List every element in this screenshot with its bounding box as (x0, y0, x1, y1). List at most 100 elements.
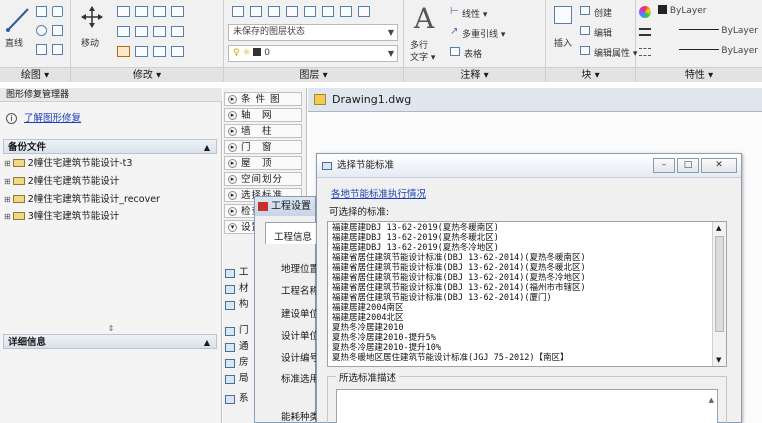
linetype-icon[interactable] (639, 28, 651, 36)
collapse-icon[interactable]: ▲ (204, 335, 210, 350)
backup-file-item[interactable]: ⊞ 3幢住宅建筑节能设计 (4, 209, 119, 224)
move-icon[interactable] (81, 6, 103, 28)
tree-item[interactable]: ▸ 轴 网 (224, 108, 302, 122)
block-panel-label[interactable]: 块 ▾ (546, 67, 635, 82)
edit-attributes-icon[interactable] (580, 46, 590, 55)
backup-file-item[interactable]: ⊞ 2幢住宅建筑节能设计_recover (4, 192, 160, 207)
expand-icon[interactable]: ▸ (228, 111, 237, 120)
draw-panel-label[interactable]: 绘图 ▾ (0, 67, 70, 82)
tree-item[interactable]: ▸ 屋 顶 (224, 156, 302, 170)
linear-button-label[interactable]: 线性 ▾ (462, 7, 487, 20)
hatch-icon[interactable] (52, 44, 63, 55)
rotate-icon[interactable] (117, 6, 130, 17)
expand-icon[interactable]: ⊞ (4, 212, 11, 221)
scroll-up-icon[interactable]: ▲ (716, 224, 721, 232)
color-wheel-icon[interactable] (639, 6, 651, 18)
layer-isolate-icon[interactable] (250, 6, 262, 17)
collapse-icon[interactable]: ▾ (228, 223, 237, 232)
copy-icon[interactable] (153, 6, 166, 17)
insert-block-icon[interactable] (554, 6, 572, 24)
table-icon[interactable] (450, 47, 460, 56)
line-icon[interactable] (6, 6, 30, 32)
scale-icon[interactable] (153, 26, 166, 37)
properties-panel-label[interactable]: 特性 ▾ (636, 67, 762, 82)
tool-row[interactable]: 材 (225, 282, 249, 296)
current-layer-select[interactable]: ♀ ☼ 0 ▼ (228, 45, 398, 62)
ellipse-icon[interactable] (36, 44, 47, 55)
linear-dimension-icon[interactable]: ⊢ (450, 6, 459, 17)
tree-item[interactable]: ▸ 墙 柱 (224, 124, 302, 138)
layer-state-select[interactable]: 未保存的图层状态 ▼ (228, 24, 398, 41)
layer-match-icon[interactable] (322, 6, 334, 17)
tree-item[interactable]: ▸ 条 件 图 (224, 92, 302, 106)
tool-row[interactable]: 门 (225, 324, 249, 338)
fillet-icon[interactable] (117, 26, 130, 37)
project-settings-title-bar[interactable]: 工程设置 (255, 197, 315, 216)
layer-properties-icon[interactable] (232, 6, 244, 17)
stretch-icon[interactable] (135, 26, 148, 37)
table-button-label[interactable]: 表格 (464, 47, 482, 60)
polyline-icon[interactable] (36, 6, 47, 17)
layer-walk-icon[interactable] (358, 6, 370, 17)
edit-block-icon[interactable] (580, 26, 590, 35)
expand-icon[interactable]: ▸ (228, 143, 237, 152)
erase-icon[interactable] (117, 46, 130, 57)
lineweight-icon[interactable] (639, 48, 651, 56)
splitter-handle[interactable]: ⇕ (0, 325, 222, 333)
edit-button-label[interactable]: 编辑 (594, 26, 612, 39)
array-icon[interactable] (171, 26, 184, 37)
color-select[interactable]: ByLayer (654, 4, 760, 21)
multileader-button-label[interactable]: 多重引线 ▾ (462, 27, 505, 40)
expand-icon[interactable]: ▸ (228, 191, 237, 200)
expand-icon[interactable]: ▸ (228, 127, 237, 136)
backup-files-header[interactable]: 备份文件 ▲ (3, 139, 217, 154)
backup-file-item[interactable]: ⊞ 2幢住宅建筑节能设计 (4, 174, 119, 189)
rectangle-icon[interactable] (52, 25, 63, 36)
tool-row[interactable]: 局 (225, 372, 249, 386)
details-header[interactable]: 详细信息 ▲ (3, 334, 217, 349)
multileader-icon[interactable]: ↗ (450, 26, 458, 37)
tree-item[interactable]: ▸ 空间划分 (224, 172, 302, 186)
arc-icon[interactable] (52, 6, 63, 17)
standards-info-link[interactable]: 各地节能标准执行情况 (331, 186, 426, 200)
standards-list-scrollbar[interactable]: ▲ ▼ (712, 222, 726, 366)
circle-icon[interactable] (36, 25, 47, 36)
description-text-area[interactable]: ▲ (336, 389, 718, 423)
mirror-icon[interactable] (171, 6, 184, 17)
layer-off-icon[interactable] (268, 6, 280, 17)
expand-icon[interactable]: ▸ (228, 159, 237, 168)
expand-icon[interactable]: ⊞ (4, 177, 11, 186)
layer-previous-icon[interactable] (340, 6, 352, 17)
list-item[interactable]: 夏热冬暖地区居住建筑节能设计标准(JGJ 75-2012)【南区】 (332, 353, 569, 364)
tool-row[interactable]: 系 (225, 392, 249, 406)
scroll-up-icon[interactable]: ▲ (709, 396, 714, 404)
edit-attributes-button-label[interactable]: 编辑属性 ▾ (594, 46, 637, 59)
help-link[interactable]: 了解图形修复 (24, 113, 81, 124)
maximize-button[interactable]: □ (677, 158, 699, 173)
offset-icon[interactable] (153, 46, 166, 57)
standards-list[interactable]: 福建居建DBJ 13-62-2019(夏热冬暖南区) 福建居建DBJ 13-62… (327, 221, 727, 367)
expand-icon[interactable]: ▸ (228, 95, 237, 104)
scroll-down-icon[interactable]: ▼ (716, 356, 721, 364)
linetype-select[interactable]: ByLayer (654, 24, 760, 41)
create-block-icon[interactable] (580, 6, 590, 15)
expand-icon[interactable]: ▸ (228, 207, 237, 216)
tool-row[interactable]: 工 (225, 266, 249, 280)
layer-panel-label[interactable]: 图层 ▾ (224, 67, 403, 82)
explode-icon[interactable] (135, 46, 148, 57)
document-tab[interactable]: Drawing1.dwg (308, 88, 762, 112)
expand-icon[interactable]: ▸ (228, 175, 237, 184)
tool-row[interactable]: 通 (225, 340, 249, 354)
scroll-thumb[interactable] (715, 236, 724, 332)
tree-item[interactable]: ▸ 门 窗 (224, 140, 302, 154)
create-button-label[interactable]: 创建 (594, 6, 612, 19)
modify-panel-label[interactable]: 修改 ▾ (71, 67, 223, 82)
annotation-panel-label[interactable]: 注释 ▾ (404, 67, 545, 82)
collapse-icon[interactable]: ▲ (204, 140, 210, 155)
expand-icon[interactable]: ⊞ (4, 195, 11, 204)
trim-icon[interactable] (135, 6, 148, 17)
layer-lock-icon[interactable] (304, 6, 316, 17)
tool-row[interactable]: 房 (225, 356, 249, 370)
close-button[interactable]: ✕ (701, 158, 737, 173)
expand-icon[interactable]: ⊞ (4, 159, 11, 168)
